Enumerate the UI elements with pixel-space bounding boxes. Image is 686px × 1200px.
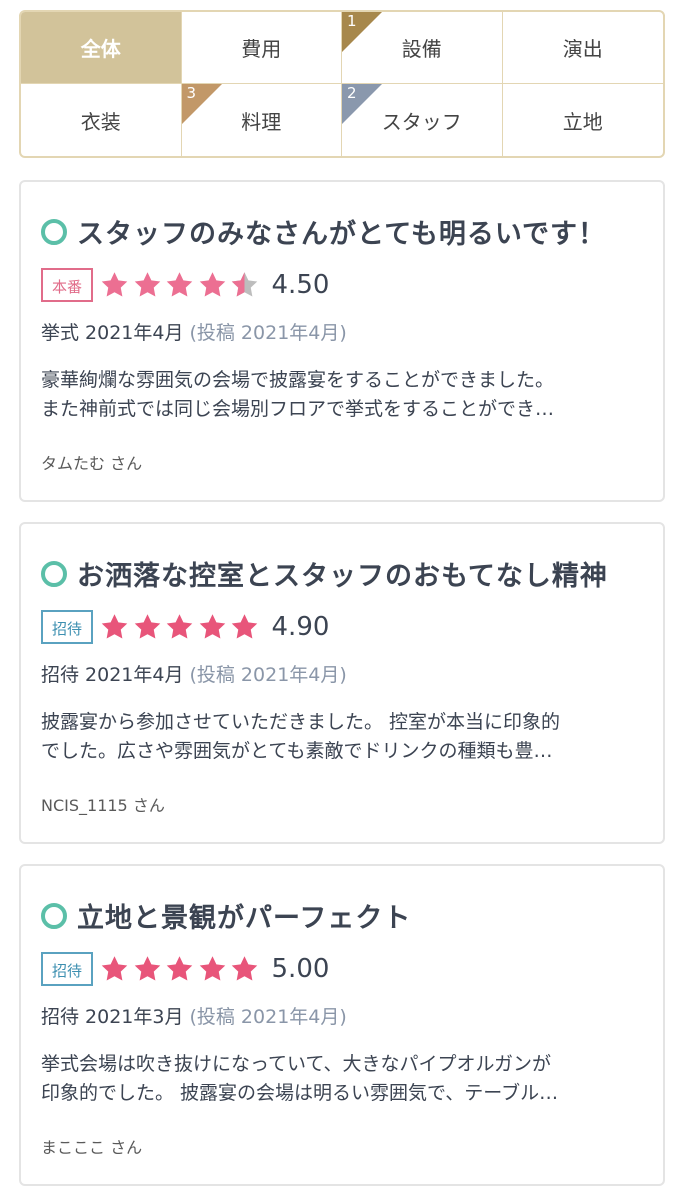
excerpt-line: また神前式では同じ会場別フロアで挙式をすることができ… [41,398,555,420]
rating-score: 4.50 [271,270,330,300]
excerpt-line: 印象的でした。 披露宴の会場は明るい雰囲気で、テーブル… [41,1082,559,1104]
excerpt-line: でした。広さや雰囲気がとても素敵でドリンクの種類も豊… [41,740,553,762]
tab-cost[interactable]: 費用 [181,12,342,84]
tab-overall[interactable]: 全体 [21,12,182,84]
tab-label: 演出 [562,37,603,61]
excerpt-line: 豪華絢爛な雰囲気の会場で披露宴をすることができました。 [41,369,555,391]
circle-icon [41,560,67,587]
star-icon [134,272,160,297]
rating-score: 5.00 [271,954,330,984]
review-title-row: 立地と景観がパーフェクト [41,896,411,935]
posted-date: (投稿 2021年4月) [189,1006,347,1028]
review-card[interactable]: お洒落な控室とスタッフのおもてなし精神 招待 4.90 招待 2021年4月 (投… [19,522,665,844]
review-card[interactable]: 立地と景観がパーフェクト 招待 5.00 招待 2021年3月 (投稿 2021年… [19,864,665,1186]
review-title-row: スタッフのみなさんがとても明るいです！ [41,212,606,251]
star-icon [231,956,258,981]
star-rating [99,270,262,300]
event-date: 招待 2021年3月 [41,1006,184,1028]
tab-label: 費用 [241,37,282,61]
star-icon [199,956,225,981]
reviewer-name: NCIS_1115 さん [41,796,165,815]
excerpt-line: 挙式会場は吹き抜けになっていて、大きなパイプオルガンが [41,1053,551,1075]
tab-costume[interactable]: 衣装 [21,84,182,156]
tab-location[interactable]: 立地 [503,84,664,156]
reviewer-name: タムたむ さん [41,454,143,473]
circle-icon [41,902,67,929]
tab-staff[interactable]: 2 スタッフ [342,84,503,156]
tab-label: 料理 [241,109,282,134]
excerpt-line: 披露宴から参加させていただきました。 控室が本当に印象的 [41,711,561,733]
review-title: スタッフのみなさんがとても明るいです！ [77,219,607,250]
review-date: 挙式 2021年4月 (投稿 2021年4月) [41,318,347,345]
star-icon [166,956,193,981]
review-title: 立地と景観がパーフェクト [77,903,412,934]
star-icon [134,956,160,981]
star-icon [166,614,193,639]
category-tabs: 全体 費用 1 設備 演出 衣装 3 料理 2 スタッフ 立地 [19,10,665,158]
rank-number: 1 [347,12,357,30]
rating-row: 本番 4.50 [41,268,329,302]
tab-label: 設備 [401,37,442,61]
star-icon [101,956,128,981]
tab-label: 立地 [562,109,603,134]
rank-number: 2 [347,84,357,102]
tab-label: 衣装 [80,109,121,134]
attendance-badge: 招待 [41,952,94,986]
event-date: 招待 2021年4月 [41,664,184,686]
event-date: 挙式 2021年4月 [41,322,184,344]
review-excerpt: 挙式会場は吹き抜けになっていて、大きなパイプオルガンが 印象的でした。 披露宴の… [41,1050,647,1108]
rating-row: 招待 5.00 [41,952,329,986]
star-icon [166,272,193,297]
review-excerpt: 豪華絢爛な雰囲気の会場で披露宴をすることができました。 また神前式では同じ会場別… [41,366,647,424]
attendance-badge: 本番 [41,268,94,302]
tab-label: 全体 [80,37,121,61]
rating-score: 4.90 [271,612,330,642]
review-date: 招待 2021年3月 (投稿 2021年4月) [41,1002,347,1029]
star-rating [99,612,262,642]
star-icon [134,614,160,639]
circle-icon [41,218,67,245]
review-title: お洒落な控室とスタッフのおもてなし精神 [77,561,608,592]
attendance-badge: 招待 [41,610,94,644]
review-card[interactable]: スタッフのみなさんがとても明るいです！ 本番 4.50 挙式 2021年4月 (投… [19,180,665,502]
star-icon [199,614,225,639]
rating-row: 招待 4.90 [41,610,329,644]
posted-date: (投稿 2021年4月) [189,664,347,686]
reviewer-name: まこここ さん [41,1138,143,1157]
star-icon [101,272,128,297]
rank-number: 3 [186,84,197,102]
posted-date: (投稿 2021年4月) [189,322,347,344]
tab-food[interactable]: 3 料理 [181,84,342,156]
review-excerpt: 披露宴から参加させていただきました。 控室が本当に印象的 でした。広さや雰囲気が… [41,708,647,766]
star-icon [231,614,258,639]
star-rating [99,954,262,984]
half-star-icon [231,272,258,297]
review-title-row: お洒落な控室とスタッフのおもてなし精神 [41,554,608,593]
star-icon [101,614,128,639]
tab-production[interactable]: 演出 [502,12,663,84]
star-icon [199,272,225,297]
review-date: 招待 2021年4月 (投稿 2021年4月) [41,660,347,687]
tab-label: スタッフ [381,109,462,134]
tab-facilities[interactable]: 1 設備 [342,12,503,84]
